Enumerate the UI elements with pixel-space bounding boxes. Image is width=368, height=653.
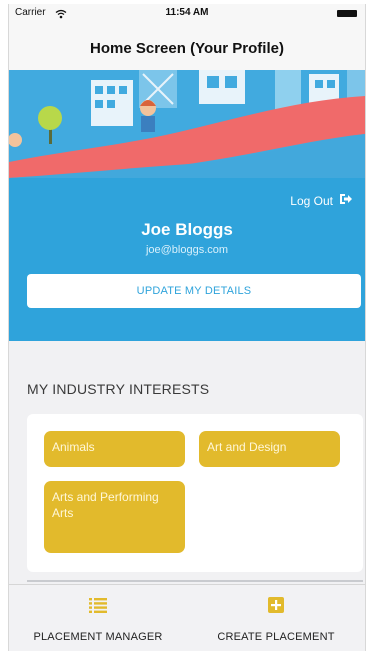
update-details-button[interactable]: UPDATE MY DETAILS: [27, 274, 361, 308]
status-bar: Carrier 11:54 AM: [9, 4, 365, 24]
battery-icon: [337, 10, 357, 17]
user-email: joe@bloggs.com: [145, 244, 229, 256]
logout-icon: [339, 192, 353, 209]
tab-bar: PLACEMENT MANAGER CREATE PLACEMENT: [9, 584, 365, 651]
profile-panel: Log Out Joe Bloggs joe@bloggs.com UPDATE…: [9, 178, 365, 341]
status-time: 11:54 AM: [165, 7, 209, 18]
content-divider: [27, 580, 363, 582]
phone-screen: Carrier 11:54 AM Home Screen (Your Profi…: [8, 4, 366, 651]
interest-chip-arts-and-performing-arts[interactable]: Arts and Performing Arts: [44, 481, 185, 553]
tab-label: PLACEMENT MANAGER: [33, 631, 163, 643]
interests-section-title: MY INDUSTRY INTERESTS: [27, 381, 210, 397]
profile-banner-illustration: [9, 70, 365, 178]
logout-label: Log Out: [290, 193, 333, 208]
interest-chip-art-and-design[interactable]: Art and Design: [199, 431, 340, 467]
interests-card: Animals Art and Design Arts and Performi…: [27, 414, 363, 572]
tab-placement-manager[interactable]: PLACEMENT MANAGER: [9, 585, 187, 651]
logout-button[interactable]: Log Out: [290, 192, 353, 209]
interest-chip-animals[interactable]: Animals: [44, 431, 185, 467]
page-title: Home Screen (Your Profile): [90, 40, 284, 57]
user-name: Joe Bloggs: [141, 220, 233, 239]
tab-create-placement[interactable]: CREATE PLACEMENT: [187, 585, 365, 651]
navigation-bar: Home Screen (Your Profile): [9, 24, 365, 70]
plus-square-icon: [187, 597, 365, 613]
tab-label: CREATE PLACEMENT: [217, 631, 335, 643]
list-icon: [9, 597, 187, 613]
